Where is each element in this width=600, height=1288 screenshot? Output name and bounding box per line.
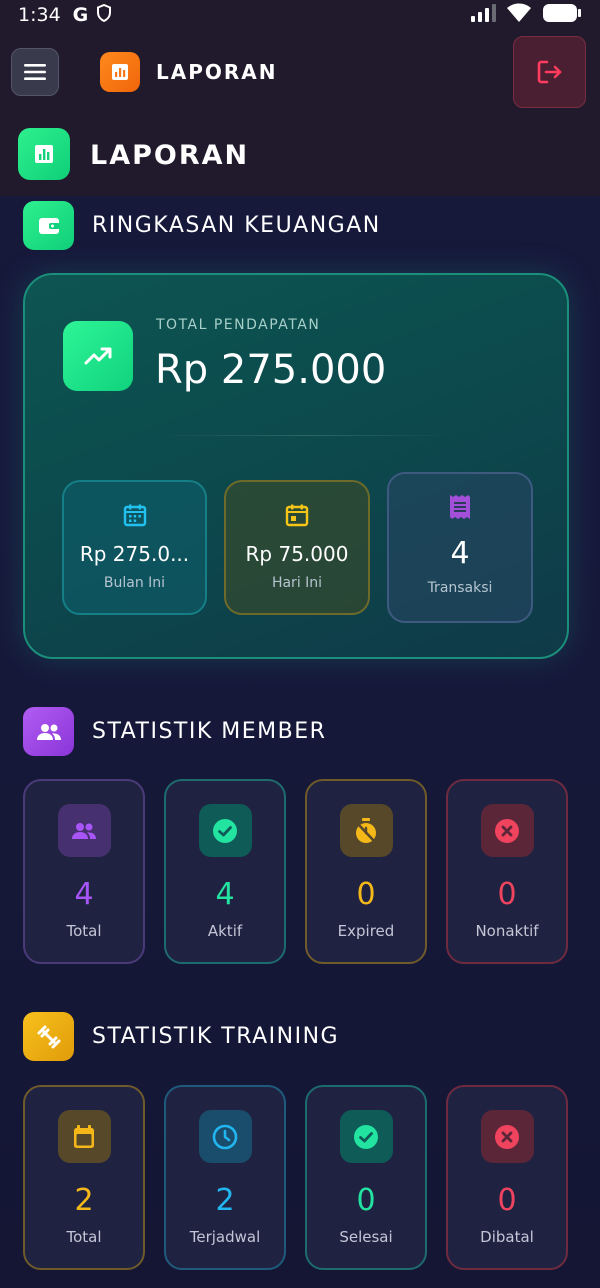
status-time: 1:34: [18, 4, 61, 26]
member-section-header: STATISTIK MEMBER: [23, 707, 326, 756]
member-section-title: STATISTIK MEMBER: [92, 719, 327, 744]
training-scheduled-label: Terjadwal: [189, 1228, 261, 1246]
group-icon: [23, 707, 74, 756]
training-total-label: Total: [66, 1228, 102, 1246]
shield-icon: [96, 3, 112, 26]
training-scheduled-card: 2 Terjadwal: [164, 1085, 286, 1270]
cancel-icon: [480, 804, 534, 857]
member-total-value: 4: [74, 877, 94, 912]
status-bar: 1:34 G: [0, 0, 600, 30]
training-section-title: STATISTIK TRAINING: [92, 1024, 340, 1049]
wallet-icon: [23, 201, 74, 250]
training-total-card: 2 Total: [23, 1085, 145, 1270]
group-icon: [57, 804, 111, 857]
menu-button[interactable]: [11, 48, 59, 96]
training-done-value: 0: [356, 1183, 376, 1218]
finance-section-header: RINGKASAN KEUANGAN: [23, 201, 381, 250]
bar-chart-icon: [18, 128, 70, 180]
transaction-count-card: 4 Transaksi: [387, 472, 533, 623]
member-active-label: Aktif: [207, 922, 243, 940]
member-inactive-value: 0: [497, 877, 517, 912]
page-title: LAPORAN: [90, 140, 250, 171]
transaction-count-label: Transaksi: [427, 580, 493, 596]
trending-up-icon: [63, 321, 133, 391]
member-expired-card: 0 Expired: [305, 779, 427, 964]
app-title: LAPORAN: [156, 60, 278, 84]
receipt-icon: [448, 494, 472, 520]
hamburger-icon: [24, 64, 46, 80]
calendar-icon: [57, 1110, 111, 1163]
training-cancelled-value: 0: [497, 1183, 517, 1218]
finance-summary-card: TOTAL PENDAPATAN Rp 275.000 Rp 275.0... …: [23, 273, 569, 659]
battery-icon: [542, 3, 582, 27]
member-inactive-label: Nonaktif: [475, 922, 539, 940]
check-circle-icon: [339, 1110, 393, 1163]
monthly-income-value: Rp 275.0...: [79, 542, 190, 566]
logout-icon: [537, 60, 561, 84]
check-circle-icon: [198, 804, 252, 857]
daily-income-card: Rp 75.000 Hari Ini: [224, 480, 370, 615]
daily-income-value: Rp 75.000: [245, 542, 349, 566]
calendar-month-icon: [123, 502, 147, 528]
member-active-card: 4 Aktif: [164, 779, 286, 964]
training-total-value: 2: [74, 1183, 94, 1218]
training-section-header: STATISTIK TRAINING: [23, 1012, 339, 1061]
member-expired-value: 0: [356, 877, 376, 912]
dumbbell-icon: [23, 1012, 74, 1061]
google-icon: G: [72, 4, 89, 26]
monthly-income-card: Rp 275.0... Bulan Ini: [62, 480, 207, 615]
wifi-icon: [506, 3, 532, 27]
timer-off-icon: [339, 804, 393, 857]
total-income-label: TOTAL PENDAPATAN: [156, 317, 321, 333]
report-chart-icon: [100, 52, 140, 92]
member-expired-label: Expired: [337, 922, 395, 940]
cancel-icon: [480, 1110, 534, 1163]
training-done-label: Selesai: [339, 1228, 393, 1246]
training-cancelled-label: Dibatal: [480, 1228, 534, 1246]
divider: [155, 435, 455, 436]
logout-button[interactable]: [513, 36, 586, 108]
member-total-label: Total: [66, 922, 102, 940]
signal-icon: [470, 4, 496, 26]
app-bar: LAPORAN: [0, 30, 600, 118]
monthly-income-label: Bulan Ini: [103, 575, 166, 591]
training-done-card: 0 Selesai: [305, 1085, 427, 1270]
calendar-today-icon: [285, 502, 309, 528]
member-total-card: 4 Total: [23, 779, 145, 964]
member-active-value: 4: [215, 877, 235, 912]
finance-section-title: RINGKASAN KEUANGAN: [92, 213, 381, 238]
page-header: LAPORAN: [0, 118, 600, 196]
member-inactive-card: 0 Nonaktif: [446, 779, 568, 964]
training-cancelled-card: 0 Dibatal: [446, 1085, 568, 1270]
total-income-value: Rp 275.000: [155, 347, 387, 393]
transaction-count-value: 4: [450, 536, 470, 571]
daily-income-label: Hari Ini: [271, 575, 323, 591]
clock-icon: [198, 1110, 252, 1163]
training-scheduled-value: 2: [215, 1183, 235, 1218]
